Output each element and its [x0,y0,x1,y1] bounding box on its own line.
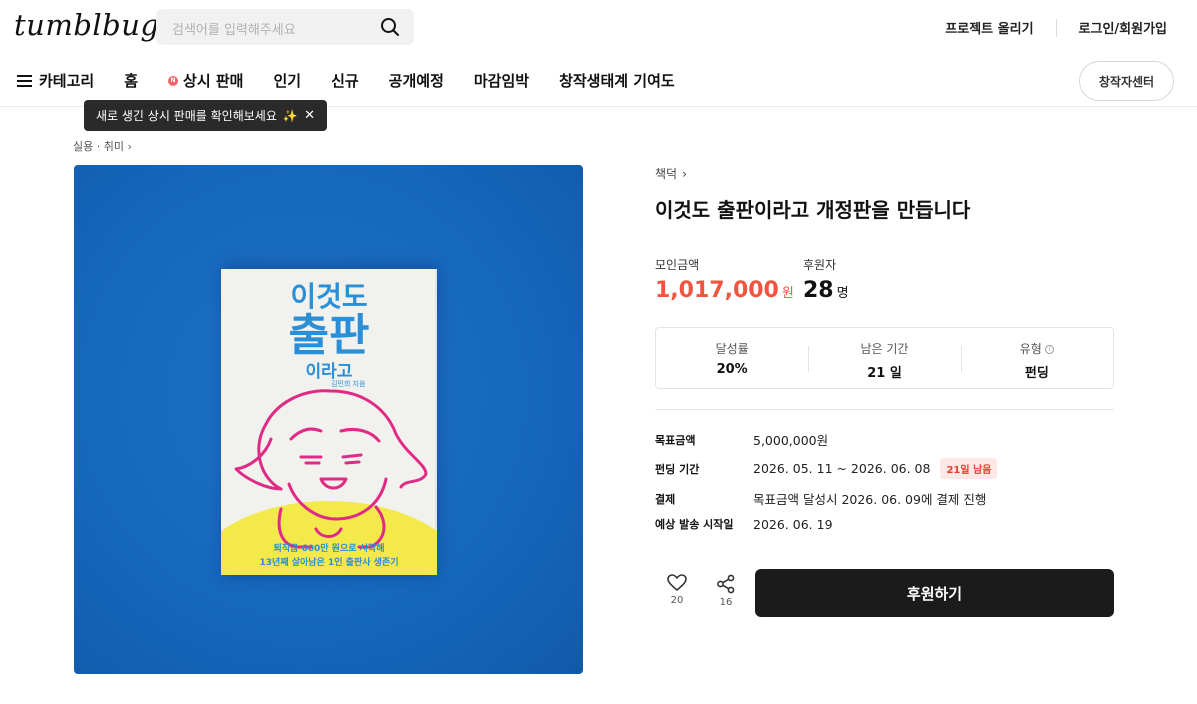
creator-name[interactable]: 책덕 [655,165,677,182]
detail-label: 예상 발송 시작일 [655,518,734,531]
stats-box: 달성률 20% 남은 기간 21 일 유형 i 펀딩 [655,327,1114,389]
project-image: 이것도 출판 이라고 김민희 지음 퇴직금 600만 원으로 시작해 13년째 … [74,165,583,674]
stat-label: 남은 기간 [860,342,909,356]
detail-value: 목표금액 달성시 2026. 06. 09에 결제 진행 [753,492,987,507]
heart-icon [667,574,687,591]
detail-goal: 목표금액 5,000,000원 [655,430,828,449]
stat-remaining: 남은 기간 21 일 [808,328,960,388]
new-badge: N [168,75,179,86]
backers-label: 후원자 [803,258,837,272]
detail-delivery: 예상 발송 시작일 2026. 06. 19 [655,516,833,532]
detail-payment: 결제 목표금액 달성시 2026. 06. 09에 결제 진행 [655,489,986,508]
back-project-button[interactable]: 후원하기 [755,569,1114,617]
raised-amount: 1,017,000 원 [655,278,794,303]
main-nav: 카테고리 홈 N 상시 판매 인기 신규 공개예정 마감임박 창작생태계 기여도 [17,70,705,91]
nav-upcoming-label: 공개예정 [388,72,444,90]
chevron-right-icon: › [127,140,132,153]
nav-ecosystem-label: 창작생태계 기여도 [559,72,675,90]
nav-closing-soon-label: 마감임박 [473,72,530,90]
detail-label: 결제 [655,492,676,506]
tooltip-text: 새로 생긴 상시 판매를 확인해보세요 [96,109,277,123]
detail-value: 5,000,000원 [753,433,829,448]
stat-achievement: 달성률 20% [656,328,808,388]
login-link[interactable]: 로그인/회원가입 [1079,18,1167,37]
search-placeholder: 검색어를 입력해주세요 [172,23,296,38]
creator-link[interactable]: 책덕 › [655,165,687,182]
sparkle-icon: ✨ [282,108,298,123]
section-divider [655,409,1114,410]
backers-count-unit: 명 [836,286,849,301]
tumblbug-logo[interactable]: tumblbug [14,8,159,42]
search-bar[interactable]: 검색어를 입력해주세요 [156,9,414,45]
book-cover: 이것도 출판 이라고 김민희 지음 퇴직금 600만 원으로 시작해 13년째 … [221,269,437,575]
breadcrumb[interactable]: 실용 · 취미 › [73,138,132,154]
detail-value: 2026. 05. 11 ~ 2026. 06. 08 [753,461,931,476]
cover-subtitle-line1: 퇴직금 600만 원으로 시작해 [273,544,385,554]
detail-label: 펀딩 기간 [655,462,700,476]
nav-home[interactable]: 홈 [124,70,138,91]
nav-popular-label: 인기 [273,72,302,90]
like-count: 20 [670,595,684,606]
info-icon[interactable]: i [1044,345,1054,354]
hamburger-menu-icon [17,74,32,87]
detail-value: 2026. 06. 19 [753,516,833,532]
stat-value: 20% [716,362,748,377]
search-icon[interactable] [380,17,400,37]
nav-home-label: 홈 [124,72,139,90]
stat-label: 달성률 [715,342,749,356]
nav-closing-soon[interactable]: 마감임박 [474,70,529,91]
nav-new[interactable]: 신규 [331,70,359,91]
stat-type: 유형 i 펀딩 [960,328,1113,388]
backers-count-value: 28 [803,278,834,303]
nav-always-on-sale[interactable]: N 상시 판매 [168,70,243,91]
nav-popular[interactable]: 인기 [273,70,301,91]
creator-center-button[interactable]: 창작자센터 [1079,61,1174,101]
raised-amount-unit: 원 [781,286,794,301]
detail-period: 펀딩 기간 2026. 05. 11 ~ 2026. 06. 08 21일 남음 [655,458,998,479]
nav-always-on-sale-label: 상시 판매 [183,72,244,90]
nav-new-label: 신규 [331,72,359,90]
backers-count: 28 명 [803,278,849,303]
stat-label: 유형 i [961,340,1113,357]
cover-title-line2: 출판 [288,310,370,361]
raised-amount-value: 1,017,000 [655,278,779,303]
nav-category-label: 카테고리 [39,72,95,90]
nav-upcoming[interactable]: 공개예정 [389,70,444,91]
stat-value: 21 일 [867,366,902,381]
detail-label: 목표금액 [655,433,696,447]
new-feature-tooltip: 새로 생긴 상시 판매를 확인해보세요 ✨ ✕ [84,100,327,131]
cover-subtitle-line2: 13년째 살아남은 1인 출판사 생존기 [259,558,399,568]
tooltip-close-icon[interactable]: ✕ [304,108,315,123]
breadcrumb-category[interactable]: 실용 · 취미 [73,140,124,153]
upload-project-link[interactable]: 프로젝트 올리기 [945,18,1033,37]
share-button[interactable]: 16 [711,574,741,608]
header-divider [1055,18,1057,37]
header-actions: 프로젝트 올리기 로그인/회원가입 [945,18,1167,37]
nav-category[interactable]: 카테고리 [17,70,94,91]
share-icon [717,574,735,594]
raised-label: 모인금액 [655,258,700,272]
stat-value: 펀딩 [1024,366,1049,381]
days-left-badge: 21일 남음 [940,458,998,479]
like-button[interactable]: 20 [662,574,692,606]
chevron-right-icon: › [682,166,687,181]
stat-type-label: 유형 [1019,342,1042,356]
cover-illustration [234,389,428,549]
share-count: 16 [719,597,733,608]
project-title: 이것도 출판이라고 개정판을 만듭니다 [655,198,971,222]
nav-ecosystem-contribution[interactable]: 창작생태계 기여도 [559,70,675,91]
